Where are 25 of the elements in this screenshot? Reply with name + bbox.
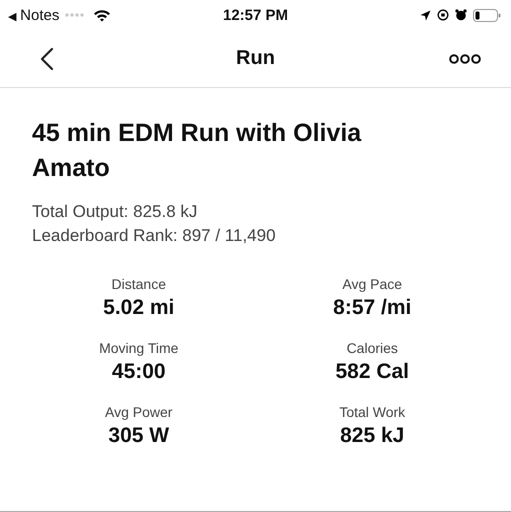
stat-label: Moving Time <box>99 340 178 356</box>
back-app-link[interactable]: ◀ Notes <box>8 6 60 24</box>
stat-label: Avg Pace <box>342 276 402 292</box>
rotation-lock-icon <box>437 9 449 21</box>
stat-label: Total Work <box>339 404 406 420</box>
stat-label: Calories <box>346 340 398 356</box>
workout-summary-line: Total Output: 825.8 kJ <box>32 201 198 223</box>
stat-value: 582 Cal <box>335 360 410 384</box>
screen-title: Run <box>236 47 275 70</box>
battery-icon <box>473 8 501 22</box>
more-options-icon[interactable] <box>449 54 481 64</box>
back-chevron-icon[interactable] <box>40 46 54 70</box>
stat-label: Avg Power <box>105 404 172 420</box>
clock-time: 12:57 PM <box>222 6 288 24</box>
stat-value: 45:00 <box>112 360 166 384</box>
alarm-clock-icon <box>455 9 467 21</box>
wifi-icon <box>93 8 112 22</box>
workout-summary-line: Leaderboard Rank: 897 / 11,490 <box>32 225 277 247</box>
stat-value: 8:57 /mi <box>333 296 412 320</box>
workout-title: 45 min EDM Run with Olivia Amato <box>32 118 362 184</box>
stat-value: 825 kJ <box>340 424 404 448</box>
stat-value: 5.02 mi <box>103 296 174 320</box>
stat-label: Distance <box>112 276 166 292</box>
stat-value: 305 W <box>108 424 170 448</box>
location-arrow-icon <box>420 10 431 20</box>
